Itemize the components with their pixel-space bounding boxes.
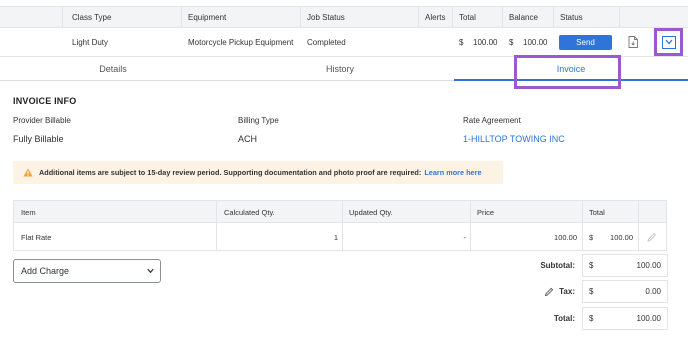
- send-button[interactable]: Send: [559, 35, 612, 50]
- total-amount: 100.00: [473, 37, 498, 47]
- expand-row-highlight[interactable]: [654, 28, 683, 56]
- column-divider: [300, 7, 301, 27]
- header-total: Total: [459, 12, 476, 22]
- column-divider: [638, 201, 639, 250]
- balance-amount: 100.00: [523, 37, 548, 47]
- class-type-value: Light Duty: [72, 37, 109, 47]
- pencil-icon: [647, 232, 657, 242]
- job-row: Light Duty Motorcycle Pickup Equipment C…: [0, 28, 688, 57]
- job-table-header: Class Type Equipment Job Status Alerts T…: [0, 6, 688, 28]
- subtotal-box: $ 100.00: [582, 254, 668, 277]
- header-updated-qty: Updated Qty.: [349, 207, 393, 217]
- header-status: Status: [560, 12, 583, 22]
- header-balance: Balance: [509, 12, 538, 22]
- chevron-down-icon: [665, 39, 672, 45]
- job-status-value: Completed: [307, 37, 346, 47]
- column-divider: [502, 7, 503, 27]
- column-divider: [62, 7, 63, 27]
- edit-item-button[interactable]: [646, 223, 660, 251]
- billing-type-value: ACH: [238, 134, 258, 144]
- header-total: Total: [589, 207, 605, 217]
- balance-currency: $: [509, 37, 514, 47]
- header-class-type: Class Type: [72, 12, 112, 22]
- invoice-tab-highlight: [514, 55, 621, 89]
- total-currency: $: [589, 314, 594, 323]
- column-divider: [181, 7, 182, 27]
- invoice-info-heading: INVOICE INFO: [13, 96, 77, 106]
- document-icon[interactable]: [628, 36, 638, 48]
- invoice-items-table: Item Calculated Qty. Updated Qty. Price …: [13, 200, 667, 251]
- row-total-currency: $: [589, 232, 594, 242]
- caret-down-icon: [147, 268, 154, 274]
- updated-qty-value: -: [463, 232, 467, 242]
- tax-box: $ 0.00: [582, 280, 668, 303]
- review-notice: Additional items are subject to 15-day r…: [13, 161, 503, 184]
- add-charge-selected: Add Charge: [21, 266, 70, 276]
- column-divider: [582, 201, 583, 250]
- column-divider: [452, 7, 453, 27]
- learn-more-link[interactable]: Learn more here: [424, 168, 481, 177]
- notice-text: Additional items are subject to 15-day r…: [39, 168, 422, 177]
- rate-agreement-label: Rate Agreement: [463, 116, 521, 125]
- header-calculated-qty: Calculated Qty.: [224, 207, 275, 217]
- total-amount: 100.00: [636, 314, 661, 323]
- item-name: Flat Rate: [21, 232, 52, 242]
- header-price: Price: [477, 207, 495, 217]
- expand-row-button[interactable]: [661, 35, 676, 49]
- total-currency: $: [459, 37, 464, 47]
- total-label: Total:: [553, 314, 575, 323]
- rate-agreement-link[interactable]: 1-HILLTOP TOWING INC: [463, 134, 565, 144]
- tab-details[interactable]: Details: [0, 57, 226, 81]
- column-divider: [342, 201, 343, 250]
- tax-currency: $: [589, 287, 594, 296]
- header-job-status: Job Status: [307, 12, 345, 22]
- subtotal-label: Subtotal:: [540, 261, 575, 270]
- column-divider: [470, 201, 471, 250]
- warning-icon: [23, 168, 33, 177]
- column-divider: [619, 7, 620, 27]
- header-alerts: Alerts: [425, 12, 446, 22]
- items-table-header: [14, 201, 666, 223]
- billing-type-label: Billing Type: [238, 116, 279, 125]
- column-divider: [418, 7, 419, 27]
- total-box: $ 100.00: [582, 307, 668, 330]
- tab-history[interactable]: History: [226, 57, 454, 81]
- tax-amount: 0.00: [645, 287, 661, 296]
- calculated-qty-value: 1: [333, 232, 338, 242]
- provider-billable-value: Fully Billable: [13, 134, 64, 144]
- subtotal-currency: $: [589, 261, 594, 270]
- header-equipment: Equipment: [188, 12, 227, 22]
- row-total-amount: 100.00: [610, 232, 633, 242]
- add-charge-select[interactable]: Add Charge: [13, 259, 161, 283]
- subtotal-amount: 100.00: [636, 261, 661, 270]
- column-divider: [553, 7, 554, 27]
- provider-billable-label: Provider Billable: [13, 116, 71, 125]
- tax-label: Tax:: [559, 287, 575, 296]
- equipment-value: Motorcycle Pickup Equipment: [188, 37, 294, 47]
- header-item: Item: [21, 207, 36, 217]
- column-divider: [216, 201, 217, 250]
- price-value: 100.00: [554, 232, 577, 242]
